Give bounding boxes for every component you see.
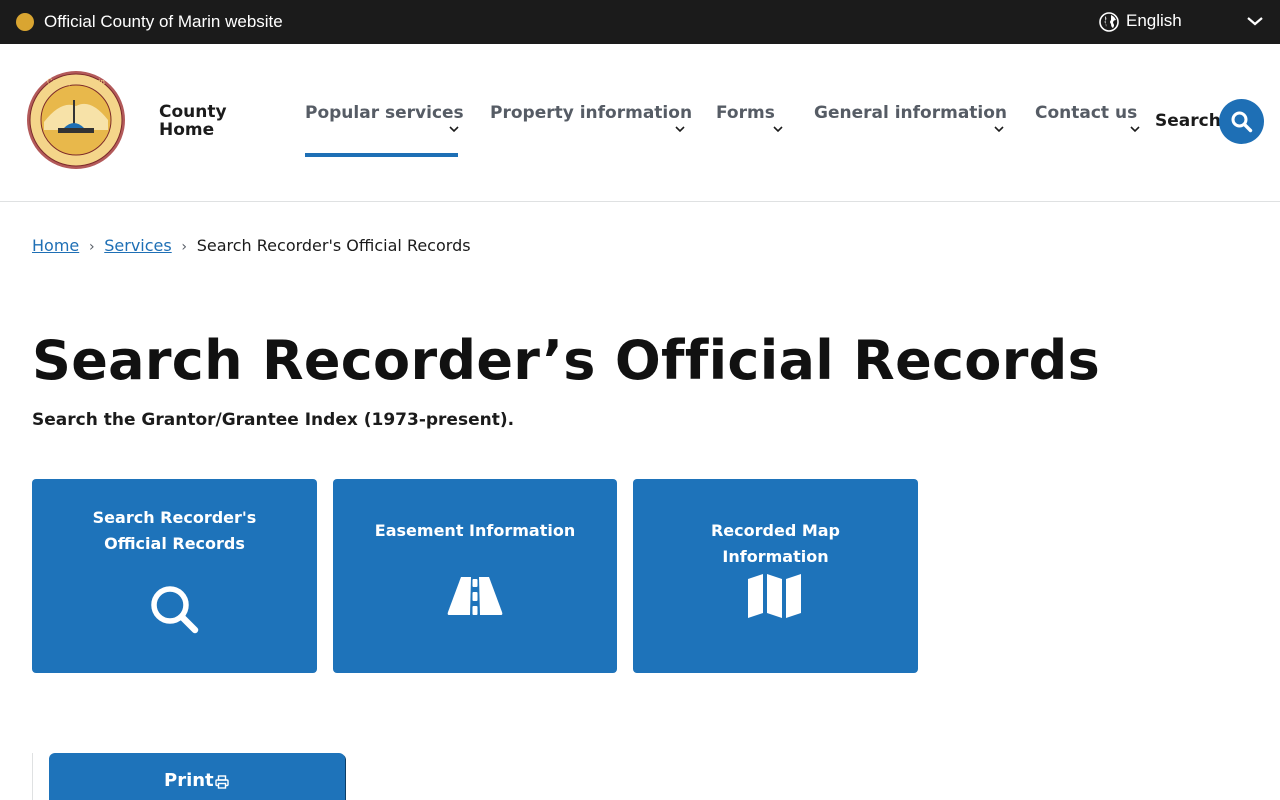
card-label: Easement Information (374, 521, 576, 540)
county-home-link[interactable]: County Home (159, 103, 249, 139)
county-seal-icon (16, 13, 34, 31)
print-button[interactable]: Print (49, 753, 345, 800)
nav-popular-services[interactable]: Popular services (305, 102, 464, 124)
card-search-recorders-records[interactable]: Search Recorder's Official Records (32, 479, 317, 673)
road-icon (447, 577, 503, 615)
site-header: County of Marin County Home Popular serv… (0, 44, 1280, 202)
breadcrumb-current: Search Recorder's Official Records (196, 236, 471, 255)
search-label[interactable]: Search (1155, 110, 1221, 132)
chevron-down-icon (1130, 126, 1140, 133)
card-label: Recorded Map Information (710, 521, 841, 566)
card-easement-information[interactable]: Easement Information (333, 479, 617, 673)
active-nav-indicator (305, 153, 458, 157)
language-selector[interactable]: English (1126, 10, 1182, 32)
chevron-down-icon (675, 126, 685, 133)
breadcrumb-services-link[interactable]: Services (104, 236, 171, 255)
nav-forms[interactable]: Forms (716, 102, 775, 124)
chevron-down-icon (773, 126, 783, 133)
official-banner: Official County of Marin website English (0, 0, 1280, 44)
breadcrumb: Home › Services › Search Recorder's Official… (32, 235, 471, 258)
seal-text: County of Marin (47, 78, 106, 86)
county-seal-logo[interactable]: County of Marin (26, 70, 126, 170)
chevron-down-icon (994, 126, 1004, 133)
breadcrumb-home-link[interactable]: Home (32, 236, 79, 255)
search-button[interactable] (1219, 99, 1264, 144)
nav-property-information[interactable]: Property information (490, 102, 692, 124)
chevron-down-icon[interactable] (1246, 14, 1264, 28)
card-label: Search Recorder's Official Records (92, 508, 257, 553)
chevron-right-icon: › (181, 239, 188, 255)
page-title: Search Recorder’s Official Records (32, 329, 1101, 392)
nav-contact-us[interactable]: Contact us (1035, 102, 1137, 124)
magnifier-icon (151, 586, 199, 634)
search-icon (1231, 111, 1253, 133)
print-label: Print (164, 770, 214, 791)
official-website-text: Official County of Marin website (44, 12, 283, 31)
sidebar-divider (32, 753, 33, 800)
map-icon (748, 574, 801, 618)
page-subtitle: Search the Grantor/Grantee Index (1973-p… (32, 410, 515, 430)
card-recorded-map-information[interactable]: Recorded Map Information (633, 479, 918, 673)
chevron-down-icon (449, 126, 459, 133)
chevron-right-icon: › (88, 239, 95, 255)
globe-icon (1099, 12, 1119, 32)
nav-general-information[interactable]: General information (814, 102, 1007, 124)
printer-icon (215, 775, 229, 789)
